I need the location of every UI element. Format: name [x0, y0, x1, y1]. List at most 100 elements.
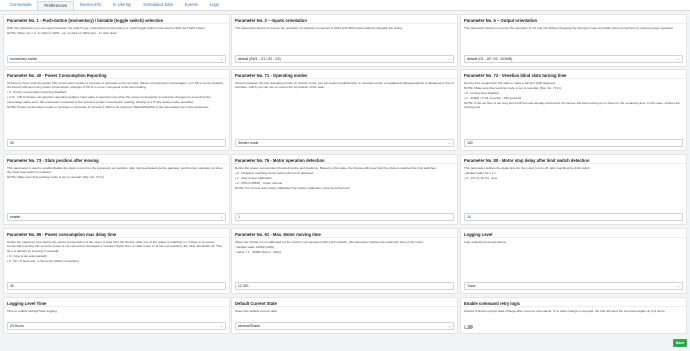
preference-description: This parameter is used to enable/disable… — [4, 164, 229, 182]
description-line: Choose by how much the power (W) consump… — [7, 81, 224, 90]
preference-select[interactable]: Shutter mode ⌄ — [235, 139, 454, 147]
preference-description: Select the default current state — [232, 307, 457, 316]
description-line: NOTE: If the set time is too long and a … — [464, 100, 680, 110]
control-value: 10 — [467, 215, 471, 219]
preference-title: Parameter No. 3 – Inputs orientation — [232, 15, 457, 24]
description-line: Select the default current state — [235, 309, 277, 313]
description-line: • 5 - 50 = 0 Seconds - 1 Seconds (100ms … — [7, 258, 79, 263]
preference-card: Parameter No. 3 – Inputs orientation This… — [231, 14, 458, 67]
preference-input[interactable]: 12 000 — [235, 282, 454, 290]
preference-title: Parameter No. 91 - Max. Motor moving tim… — [232, 229, 457, 238]
description-line: This parameter defines the delay time fo… — [464, 166, 591, 170]
preference-card: Parameter No. 80 - Motor stop delay afte… — [460, 154, 687, 225]
control-value: 1 — [238, 215, 240, 219]
preference-description: When the shutter is not calibrated (or t… — [232, 238, 457, 257]
control-value: default (SW1 - O1 / S2 - O2) — [238, 57, 281, 61]
save-button[interactable]: Save — [673, 339, 687, 347]
preference-title: Parameter No. 5 – Output orientation — [461, 15, 686, 24]
description-line: • value = 1 - 32000 (10ms - 320s) — [235, 249, 281, 254]
tab-scheduled-jobs[interactable]: Scheduled Jobs — [137, 1, 179, 10]
control-value: enable — [10, 215, 21, 219]
control-value: 24 Hours — [10, 324, 24, 328]
preference-title: Logging Level Time — [4, 298, 229, 307]
description-line: • 2 - 255 (2-255W) - report interval — [235, 180, 282, 185]
preference-description: Checks if device reports state change af… — [461, 307, 686, 316]
chevron-down-icon: ⌄ — [677, 57, 680, 61]
preference-card: Logging Level Logs selected level and abo… — [460, 228, 687, 294]
preference-input[interactable]: 150 — [464, 139, 683, 147]
description-line: NOTE: Make sure that working mode is set… — [7, 175, 105, 180]
preference-title: Parameter No. 80 - Motor stop delay afte… — [461, 155, 686, 164]
description-line: • 1 % - 100 % Power consumption reportin… — [7, 95, 211, 104]
control-value: window/Shade — [238, 324, 261, 328]
description-line: • 0 = time is set automatically — [7, 253, 48, 258]
preference-card: Parameter No. 1 - Push-button (momentary… — [3, 14, 230, 67]
tab-bar: Commands Preferences Device Info In Use … — [0, 0, 690, 11]
tab-device-info[interactable]: Device Info — [74, 1, 107, 10]
preference-title: Parameter No. 72 - Venetian blind slats … — [461, 70, 686, 79]
description-line: • Default value 10 = 1 s — [464, 170, 496, 175]
tab-in-use-by[interactable]: In Use By — [107, 1, 137, 10]
preference-title: Parameter No. 40 - Power Consumption Rep… — [4, 70, 229, 79]
preference-card: Parameter No. 76 - Motor operation detec… — [231, 154, 458, 225]
preference-select[interactable]: default (SW1 - O1 / S2 - O2) ⌄ — [235, 55, 454, 63]
description-line: Time to enable Debug/Trace logging — [7, 309, 57, 313]
description-line: Checks if device reports state change af… — [464, 309, 666, 313]
preference-input[interactable]: 1 — [235, 213, 454, 221]
preference-card: Default Current State Select the default … — [231, 297, 458, 334]
tab-logs[interactable]: Logs — [204, 1, 225, 10]
description-line: • 1 - 32000 = 0.01 seconds - 320 seconds — [464, 95, 522, 100]
tab-events[interactable]: Events — [179, 1, 204, 10]
preference-title: Parameter No. 85 - Power consumption max… — [4, 229, 229, 238]
description-line: NOTE: When set = 2, 1x click on SW1 - up… — [7, 30, 118, 35]
preference-description: Logs selected level and above. — [461, 238, 686, 247]
description-line: This parameter is used to enable/disable… — [7, 166, 223, 175]
preference-select[interactable]: momentary switch ⌄ — [7, 55, 226, 63]
preference-input[interactable]: 10 — [464, 213, 683, 221]
control-value: Shutter mode — [238, 141, 259, 145]
preference-select[interactable]: default (O1 - UP, O2 - DOWN) ⌄ — [464, 55, 683, 63]
description-line: Logs selected level and above. — [464, 240, 507, 244]
description-line: • 0 - 127 (0-12.7s) - time — [464, 175, 498, 180]
preference-description: This parameter allows to reverse the ope… — [232, 24, 457, 33]
preference-description: With this parameter you can select betwe… — [4, 24, 229, 38]
description-line: When the shutter is not calibrated (or t… — [235, 240, 424, 244]
chevron-down-icon: ⌄ — [448, 324, 451, 328]
control-value: 50 — [10, 141, 14, 145]
preference-description: Time to enable Debug/Trace logging — [4, 307, 229, 316]
preference-description: Define the maximum time before the power… — [4, 238, 229, 266]
description-line: Set the time required for the slats to m… — [464, 81, 556, 85]
description-line: This parameter allows to reverse the ope… — [235, 26, 403, 30]
preference-input[interactable]: 30 — [7, 282, 226, 290]
preference-select[interactable]: 24 Hours ⌄ — [7, 322, 226, 330]
tab-preferences[interactable]: Preferences — [37, 1, 74, 10]
retry-toggle[interactable] — [464, 324, 473, 329]
preference-title: Enable command retry logic — [461, 298, 686, 307]
description-line: Define the maximum time before the power… — [7, 240, 222, 253]
preference-select[interactable]: enable ⌄ — [7, 213, 226, 221]
description-line: • 0 - Power consumption reporting disabl… — [7, 90, 67, 95]
preference-card: Parameter No. 73 - Slats position after … — [3, 154, 230, 225]
preference-description: This parameter allows to reverse the ope… — [461, 24, 686, 33]
preference-select[interactable]: window/Shade ⌄ — [235, 322, 454, 330]
preference-title: Default Current State — [232, 298, 457, 307]
description-line: • 0 - Disabled: reaching a limit switch … — [235, 170, 313, 175]
preference-title: Parameter No. 1 - Push-button (momentary… — [4, 15, 229, 24]
preference-description: Define the power consumption threshold a… — [232, 164, 457, 193]
preference-card: Parameter No. 91 - Max. Motor moving tim… — [231, 228, 458, 294]
chevron-down-icon: ⌄ — [448, 57, 451, 61]
chevron-down-icon: ⌄ — [220, 215, 223, 219]
control-value: 30 — [10, 284, 14, 288]
description-line: With this parameter you can select betwe… — [7, 26, 206, 30]
control-value: Trace — [467, 284, 476, 288]
preference-select[interactable]: Trace ⌄ — [464, 282, 683, 290]
preference-description: Set the time required for the slats to m… — [461, 79, 686, 112]
description-line: Choose between the two operating modes. … — [235, 81, 454, 90]
tab-commands[interactable]: Commands — [4, 1, 37, 10]
description-line: This parameter allows to reverse the ope… — [464, 26, 674, 30]
control-value: 12 000 — [238, 284, 249, 288]
preference-description: Choose between the two operating modes. … — [232, 79, 457, 92]
preference-input[interactable]: 50 — [7, 139, 226, 147]
control-value: momentary switch — [10, 57, 38, 61]
preference-card: Parameter No. 72 - Venetian blind slats … — [460, 69, 687, 151]
